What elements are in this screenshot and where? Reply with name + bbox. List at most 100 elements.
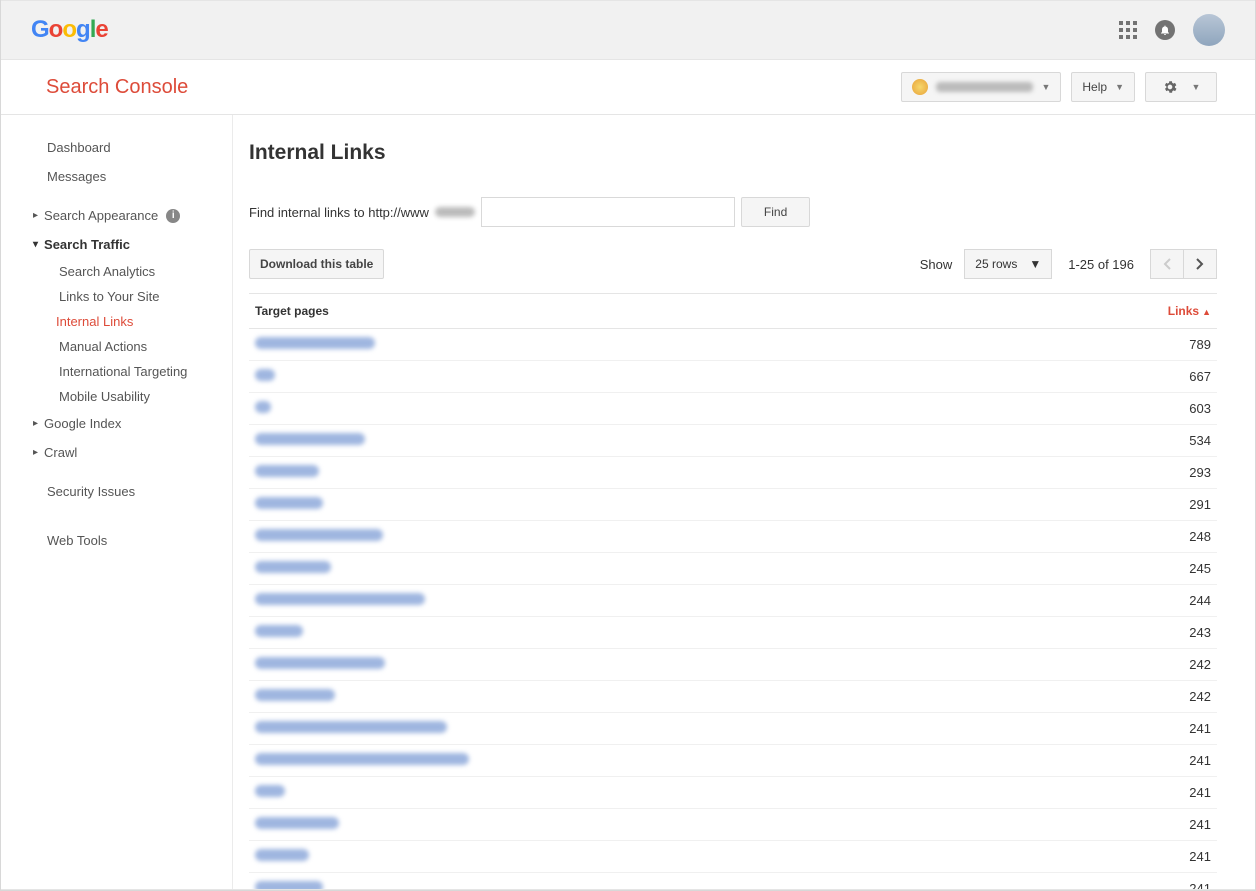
table-row[interactable]: 291: [249, 489, 1217, 521]
table-row[interactable]: 245: [249, 553, 1217, 585]
globe-icon: [912, 79, 928, 95]
target-page-link[interactable]: [255, 401, 271, 413]
main-content: Internal Links Find internal links to ht…: [233, 115, 1255, 889]
links-count: 241: [1151, 817, 1211, 832]
chevron-down-icon: ▼: [1115, 82, 1124, 92]
account-avatar[interactable]: [1193, 14, 1225, 46]
links-count: 248: [1151, 529, 1211, 544]
sidebar-item-search-traffic[interactable]: Search Traffic: [1, 230, 232, 259]
col-header-links[interactable]: Links▲: [1151, 304, 1211, 318]
site-selector[interactable]: ▼: [901, 72, 1061, 102]
target-page-link[interactable]: [255, 497, 323, 509]
site-label: [936, 82, 1033, 92]
links-count: 241: [1151, 753, 1211, 768]
target-page-link[interactable]: [255, 337, 375, 349]
sidebar-subitem-internal-links[interactable]: Internal Links: [1, 309, 232, 334]
table-row[interactable]: 534: [249, 425, 1217, 457]
show-label: Show: [920, 257, 953, 272]
table-row[interactable]: 242: [249, 649, 1217, 681]
table-row[interactable]: 241: [249, 809, 1217, 841]
target-page-link[interactable]: [255, 465, 319, 477]
target-page-link[interactable]: [255, 881, 323, 889]
sidebar-subitem-manual-actions[interactable]: Manual Actions: [1, 334, 232, 359]
links-count: 291: [1151, 497, 1211, 512]
table-row[interactable]: 293: [249, 457, 1217, 489]
google-logo[interactable]: Google: [31, 16, 108, 44]
find-links-input[interactable]: [481, 197, 735, 227]
sidebar-subitem-links-to-your-site[interactable]: Links to Your Site: [1, 284, 232, 309]
sort-up-icon: ▲: [1202, 307, 1211, 317]
sidebar-item-security-issues[interactable]: Security Issues: [1, 477, 232, 506]
download-table-button[interactable]: Download this table: [249, 249, 384, 279]
table-row[interactable]: 241: [249, 777, 1217, 809]
links-count: 242: [1151, 657, 1211, 672]
target-page-link[interactable]: [255, 593, 425, 605]
find-prefix-label: Find internal links to http://www: [249, 205, 429, 220]
table-row[interactable]: 241: [249, 713, 1217, 745]
links-count: 241: [1151, 881, 1211, 889]
google-top-bar: Google: [1, 0, 1255, 60]
table-row[interactable]: 241: [249, 745, 1217, 777]
notifications-icon[interactable]: [1155, 20, 1175, 40]
internal-links-table: Target pages Links▲ 789667 603 534 293 291 24…: [249, 293, 1217, 889]
table-row[interactable]: 248: [249, 521, 1217, 553]
pager-next-button[interactable]: [1183, 249, 1217, 279]
links-count: 241: [1151, 721, 1211, 736]
chevron-right-icon: [1196, 258, 1204, 270]
target-page-link[interactable]: [255, 817, 339, 829]
pager-range-label: 1-25 of 196: [1068, 257, 1134, 272]
apps-grid-icon[interactable]: [1119, 21, 1137, 39]
target-page-link[interactable]: [255, 529, 383, 541]
find-button[interactable]: Find: [741, 197, 810, 227]
rows-per-page-select[interactable]: 25 rows ▼: [964, 249, 1052, 279]
links-count: 293: [1151, 465, 1211, 480]
table-row[interactable]: 789: [249, 329, 1217, 361]
pager-prev-button[interactable]: [1150, 249, 1184, 279]
sidebar-item-google-index[interactable]: Google Index: [1, 409, 232, 438]
target-page-link[interactable]: [255, 849, 309, 861]
find-row: Find internal links to http://www Find: [249, 197, 1217, 227]
table-row[interactable]: 603: [249, 393, 1217, 425]
col-header-target[interactable]: Target pages: [255, 304, 1151, 318]
links-count: 245: [1151, 561, 1211, 576]
page-title: Internal Links: [249, 141, 1217, 165]
target-page-link[interactable]: [255, 785, 285, 797]
sidebar-item-messages[interactable]: Messages: [1, 162, 232, 191]
links-count: 603: [1151, 401, 1211, 416]
table-row[interactable]: 242: [249, 681, 1217, 713]
chevron-down-icon: ▼: [1192, 82, 1201, 92]
sidebar-item-search-appearance[interactable]: Search Appearancei: [1, 201, 232, 230]
links-count: 244: [1151, 593, 1211, 608]
links-count: 243: [1151, 625, 1211, 640]
app-title[interactable]: Search Console: [46, 76, 188, 99]
table-row[interactable]: 667: [249, 361, 1217, 393]
target-page-link[interactable]: [255, 721, 447, 733]
settings-button[interactable]: ▼: [1145, 72, 1217, 102]
sidebar-item-web-tools[interactable]: Web Tools: [1, 526, 232, 555]
target-page-link[interactable]: [255, 657, 385, 669]
sidebar: DashboardMessagesSearch AppearanceiSearc…: [1, 115, 233, 889]
target-page-link[interactable]: [255, 689, 335, 701]
table-row[interactable]: 241: [249, 841, 1217, 873]
app-bar: Search Console ▼ Help ▼ ▼: [1, 60, 1255, 115]
sidebar-item-crawl[interactable]: Crawl: [1, 438, 232, 467]
target-page-link[interactable]: [255, 433, 365, 445]
target-page-link[interactable]: [255, 369, 275, 381]
help-button[interactable]: Help ▼: [1071, 72, 1135, 102]
info-icon[interactable]: i: [166, 209, 180, 223]
links-count: 534: [1151, 433, 1211, 448]
target-page-link[interactable]: [255, 625, 303, 637]
chevron-down-icon: ▼: [1029, 257, 1041, 271]
sidebar-subitem-search-analytics[interactable]: Search Analytics: [1, 259, 232, 284]
sidebar-subitem-mobile-usability[interactable]: Mobile Usability: [1, 384, 232, 409]
table-row[interactable]: 241: [249, 873, 1217, 889]
table-row[interactable]: 244: [249, 585, 1217, 617]
gear-icon: [1162, 79, 1178, 95]
target-page-link[interactable]: [255, 561, 331, 573]
chevron-left-icon: [1163, 258, 1171, 270]
target-page-link[interactable]: [255, 753, 469, 765]
sidebar-subitem-international-targeting[interactable]: International Targeting: [1, 359, 232, 384]
sidebar-item-dashboard[interactable]: Dashboard: [1, 133, 232, 162]
table-row[interactable]: 243: [249, 617, 1217, 649]
chevron-down-icon: ▼: [1041, 82, 1050, 92]
